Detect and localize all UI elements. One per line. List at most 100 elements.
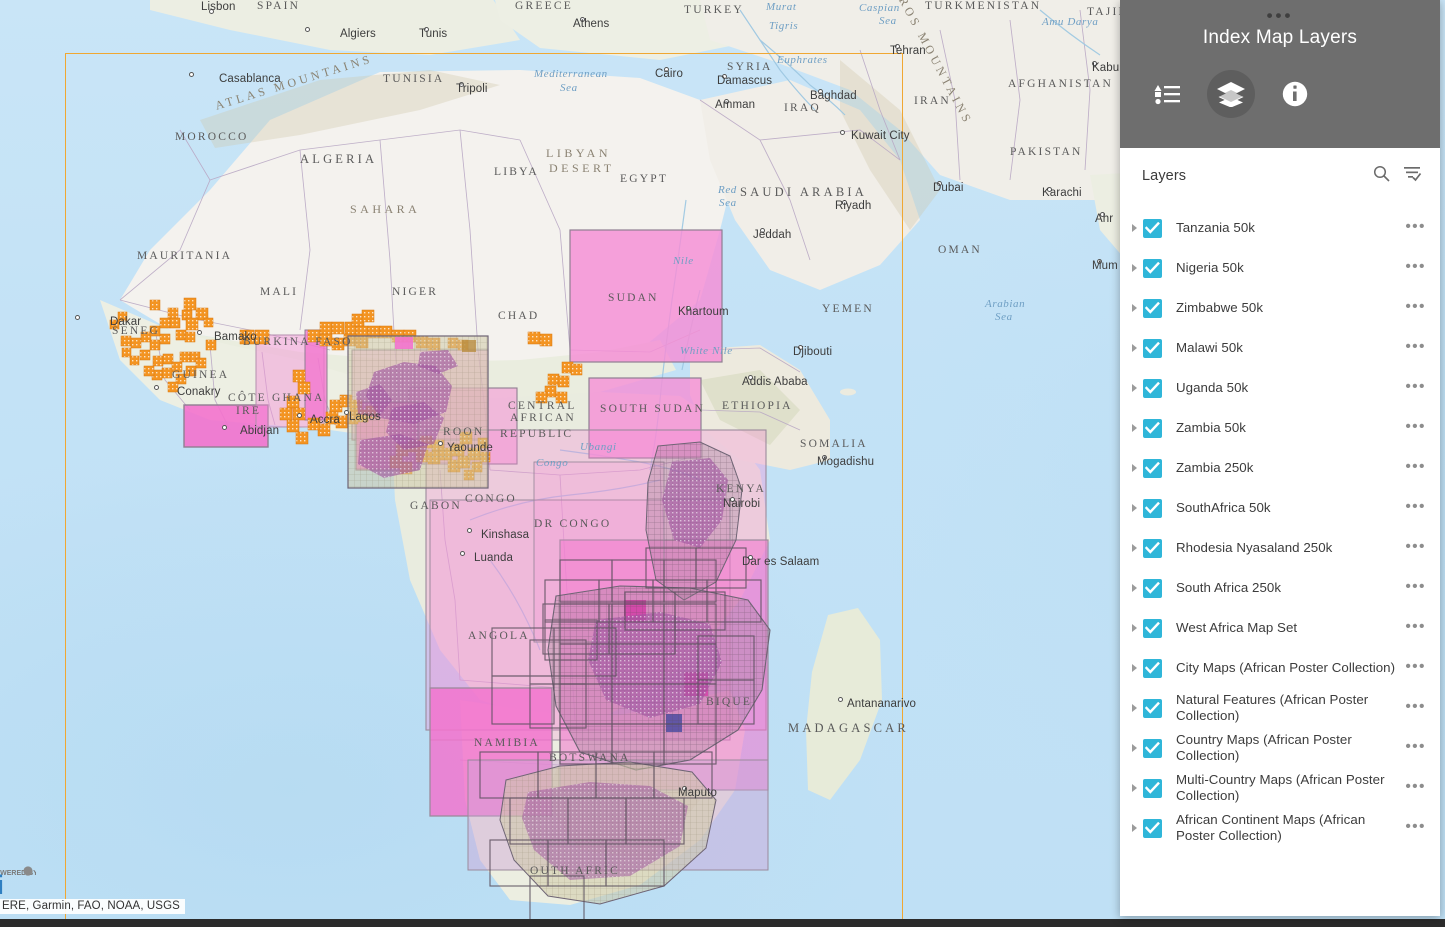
layer-visibility-checkbox[interactable]	[1143, 538, 1162, 558]
chevron-right-icon[interactable]	[1130, 263, 1140, 273]
layer-list-item[interactable]: Nigeria 50k •••	[1120, 248, 1440, 288]
layer-list-item[interactable]: African Continent Maps (African Poster C…	[1120, 808, 1440, 848]
layer-list-item[interactable]: City Maps (African Poster Collection) •••	[1120, 648, 1440, 688]
bottom-bar	[0, 919, 1445, 927]
layer-visibility-checkbox[interactable]	[1143, 218, 1162, 238]
layer-list-item[interactable]: Natural Features (African Poster Collect…	[1120, 688, 1440, 728]
chevron-right-icon[interactable]	[1130, 783, 1140, 793]
layer-list-item[interactable]: Rhodesia Nyasaland 250k •••	[1120, 528, 1440, 568]
layer-options-menu-button[interactable]: •••	[1404, 779, 1426, 794]
map-city-marker	[1047, 187, 1052, 192]
chevron-right-icon[interactable]	[1130, 463, 1140, 473]
layer-options-menu-button[interactable]: •••	[1404, 539, 1426, 554]
map-attribution: ERE, Garmin, FAO, NOAA, USGS	[0, 899, 185, 914]
map-city-marker	[722, 74, 727, 79]
layer-list-item[interactable]: Country Maps (African Poster Collection)…	[1120, 728, 1440, 768]
layer-list-item[interactable]: Zambia 250k •••	[1120, 448, 1440, 488]
chevron-right-icon[interactable]	[1130, 743, 1140, 753]
panel-drag-handle[interactable]: •••	[1120, 7, 1440, 24]
chevron-right-icon[interactable]	[1130, 303, 1140, 313]
layer-list-item[interactable]: SouthAfrica 50k •••	[1120, 488, 1440, 528]
chevron-right-icon[interactable]	[1130, 703, 1140, 713]
layer-visibility-checkbox[interactable]	[1143, 818, 1162, 838]
layer-name-label: Uganda 50k	[1176, 380, 1249, 395]
layer-options-menu-button[interactable]: •••	[1404, 259, 1426, 274]
chevron-right-icon[interactable]	[1130, 503, 1140, 513]
layer-visibility-checkbox[interactable]	[1143, 578, 1162, 598]
search-icon[interactable]	[1373, 165, 1390, 187]
info-icon	[1282, 81, 1308, 107]
layer-list-item[interactable]: Zimbabwe 50k •••	[1120, 288, 1440, 328]
layer-options-menu-button[interactable]: •••	[1404, 699, 1426, 714]
layer-name-label: Zambia 50k	[1176, 420, 1246, 435]
layers-icon	[1216, 81, 1246, 107]
layer-options-menu-button[interactable]: •••	[1404, 619, 1426, 634]
layer-name-label: South Africa 250k	[1176, 580, 1282, 595]
chevron-right-icon[interactable]	[1130, 383, 1140, 393]
layer-visibility-checkbox[interactable]	[1143, 698, 1162, 718]
panel-tool-buttons	[1143, 70, 1319, 118]
layer-list-item[interactable]: Zambia 50k •••	[1120, 408, 1440, 448]
panel-header: ••• Index Map Layers	[1120, 0, 1440, 148]
chevron-right-icon[interactable]	[1130, 223, 1140, 233]
map-city-marker	[1092, 61, 1097, 66]
layer-options-menu-button[interactable]: •••	[1404, 579, 1426, 594]
layer-visibility-checkbox[interactable]	[1143, 738, 1162, 758]
map-city-marker	[424, 27, 429, 32]
chevron-right-icon[interactable]	[1130, 583, 1140, 593]
chevron-right-icon[interactable]	[1130, 543, 1140, 553]
map-city-marker	[297, 413, 302, 418]
layer-options-menu-button[interactable]: •••	[1404, 219, 1426, 234]
map-city-marker	[798, 345, 803, 350]
layer-visibility-checkbox[interactable]	[1143, 258, 1162, 278]
layer-visibility-checkbox[interactable]	[1143, 498, 1162, 518]
layers-tool-button[interactable]	[1207, 70, 1255, 118]
layer-options-menu-button[interactable]: •••	[1404, 499, 1426, 514]
layer-list-item[interactable]: West Africa Map Set •••	[1120, 608, 1440, 648]
esri-logo[interactable]: POWERED BY ri	[0, 861, 36, 895]
layer-visibility-checkbox[interactable]	[1143, 658, 1162, 678]
layer-visibility-checkbox[interactable]	[1143, 618, 1162, 638]
map-application: POWERED BY ri ERE, Garmin, FAO, NOAA, US…	[0, 0, 1445, 927]
layer-list-item[interactable]: Tanzania 50k •••	[1120, 208, 1440, 248]
layer-list-item[interactable]: South Africa 250k •••	[1120, 568, 1440, 608]
layer-list-item[interactable]: Malawi 50k •••	[1120, 328, 1440, 368]
chevron-right-icon[interactable]	[1130, 823, 1140, 833]
layer-name-label: Multi-Country Maps (African Poster Colle…	[1176, 772, 1385, 803]
layer-list-item[interactable]: Uganda 50k •••	[1120, 368, 1440, 408]
layer-options-menu-button[interactable]: •••	[1404, 459, 1426, 474]
layer-visibility-checkbox[interactable]	[1143, 458, 1162, 478]
layer-visibility-checkbox[interactable]	[1143, 418, 1162, 438]
chevron-right-icon[interactable]	[1130, 663, 1140, 673]
layer-name-label: Zimbabwe 50k	[1176, 300, 1264, 315]
filter-layers-icon[interactable]	[1403, 165, 1422, 187]
panel-title: Index Map Layers	[1202, 27, 1358, 48]
chevron-right-icon[interactable]	[1130, 423, 1140, 433]
map-city-marker	[459, 82, 464, 87]
layer-list-item[interactable]: Multi-Country Maps (African Poster Colle…	[1120, 768, 1440, 808]
layer-options-menu-button[interactable]: •••	[1404, 819, 1426, 834]
layer-list[interactable]: Tanzania 50k ••• Nigeria 50k ••• Zimbabwe 50…	[1120, 204, 1440, 916]
layer-options-menu-button[interactable]: •••	[1404, 739, 1426, 754]
chevron-right-icon[interactable]	[1130, 343, 1140, 353]
layer-options-menu-button[interactable]: •••	[1404, 379, 1426, 394]
layer-visibility-checkbox[interactable]	[1143, 378, 1162, 398]
svg-text:ri: ri	[0, 870, 4, 895]
layer-visibility-checkbox[interactable]	[1143, 338, 1162, 358]
info-tool-button[interactable]	[1271, 70, 1319, 118]
legend-icon	[1154, 83, 1180, 105]
layer-options-menu-button[interactable]: •••	[1404, 659, 1426, 674]
layer-options-menu-button[interactable]: •••	[1404, 419, 1426, 434]
layer-visibility-checkbox[interactable]	[1143, 298, 1162, 318]
layer-name-label: Rhodesia Nyasaland 250k	[1176, 540, 1333, 555]
map-city-marker	[209, 9, 214, 14]
map-city-marker	[838, 697, 843, 702]
layer-options-menu-button[interactable]: •••	[1404, 339, 1426, 354]
layer-options-menu-button[interactable]: •••	[1404, 299, 1426, 314]
layer-visibility-checkbox[interactable]	[1143, 778, 1162, 798]
map-city-marker	[305, 27, 310, 32]
map-city-marker	[818, 89, 823, 94]
chevron-right-icon[interactable]	[1130, 623, 1140, 633]
legend-tool-button[interactable]	[1143, 70, 1191, 118]
map-city-marker	[686, 306, 691, 311]
